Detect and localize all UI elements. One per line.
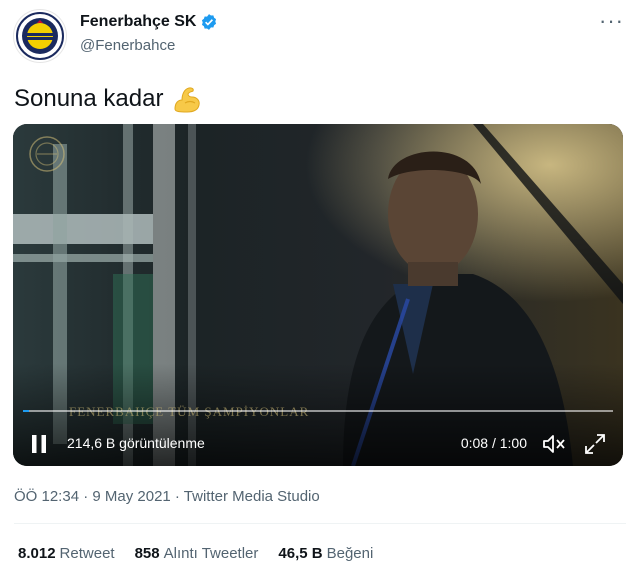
fenerbahce-crest-icon	[16, 12, 64, 60]
volume-muted-icon[interactable]	[541, 432, 567, 456]
quote-tweet-label: Alıntı Tweetler	[163, 545, 259, 562]
video-progress-fill	[23, 410, 29, 412]
quote-tweet-count-value: 858	[134, 545, 160, 562]
video-watermark: FENERBAHÇE TÜM ŞAMPİYONLAR	[69, 404, 309, 420]
video-controls: 214,6 B görüntülenme 0:08 / 1:00	[13, 422, 623, 466]
tweet-timestamp[interactable]: ÖÖ 12:34 · 9 May 2021 · Twitter Media St…	[14, 488, 320, 505]
pause-icon[interactable]	[31, 434, 47, 454]
like-label: Beğeni	[326, 545, 374, 562]
more-options-icon[interactable]: ···	[599, 8, 624, 34]
tweet-text: Sonuna kadar	[14, 83, 203, 115]
display-name[interactable]: Fenerbahçe SK	[80, 13, 196, 31]
view-count: 214,6 B görüntülenme	[67, 435, 205, 451]
fullscreen-icon[interactable]	[583, 432, 607, 456]
watermark-crest-icon	[29, 136, 65, 172]
verified-badge-icon	[202, 14, 217, 30]
like-count-value: 46,5 B	[278, 545, 323, 562]
tweet-body: Sonuna kadar	[14, 85, 164, 112]
divider	[14, 523, 626, 524]
flexed-biceps-icon	[174, 87, 201, 113]
tweet-stats: 8.012 Retweet 858 Alıntı Tweetler 46,5 B Be…	[18, 545, 373, 562]
account-handle[interactable]: @Fenerbahce	[80, 37, 175, 54]
video-progress-bar[interactable]	[23, 410, 613, 412]
quote-tweet-count[interactable]: 858 Alıntı Tweetler	[135, 545, 259, 562]
author-name-row[interactable]: Fenerbahçe SK	[80, 13, 218, 31]
video-player[interactable]: FENERBAHÇE TÜM ŞAMPİYONLAR 214,6 B görün…	[13, 124, 623, 466]
video-time: 0:08 / 1:00	[460, 435, 527, 451]
retweet-count-value: 8.012	[18, 545, 56, 562]
like-count[interactable]: 46,5 B Beğeni	[278, 545, 373, 562]
retweet-count[interactable]: 8.012 Retweet	[18, 545, 115, 562]
avatar[interactable]	[14, 10, 66, 62]
retweet-label: Retweet	[59, 545, 115, 562]
